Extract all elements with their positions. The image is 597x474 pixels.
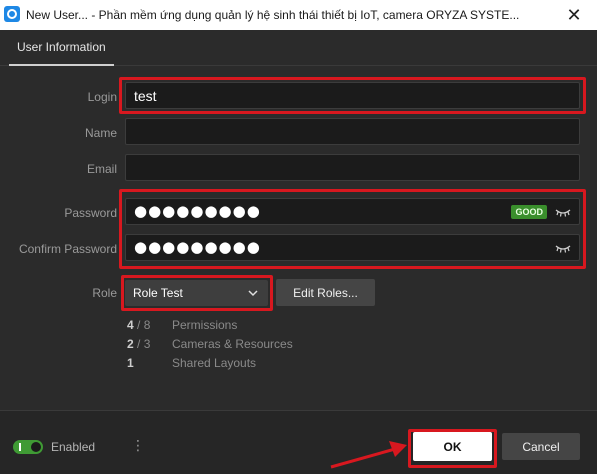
password-highlight-box — [119, 189, 586, 269]
ok-highlight-box — [408, 429, 497, 468]
cancel-button[interactable]: Cancel — [502, 433, 580, 460]
tab-bar: User Information — [0, 30, 597, 66]
email-input[interactable] — [125, 154, 580, 181]
toggle-knob — [31, 442, 41, 452]
close-button[interactable]: ✕ — [551, 0, 597, 30]
confirm-password-label: Confirm Password — [18, 242, 117, 256]
permissions-label: Permissions — [172, 318, 238, 332]
window-title: New User... - Phần mềm ứng dụng quản lý … — [26, 8, 520, 22]
permissions-total: / 8 — [133, 318, 151, 332]
layouts-label: Shared Layouts — [172, 356, 257, 370]
toggle-on-mark-icon — [19, 443, 21, 451]
more-options-icon[interactable]: ⋮ — [131, 438, 145, 454]
cameras-total: / 3 — [133, 337, 151, 351]
name-input[interactable] — [125, 118, 580, 145]
app-logo-icon — [4, 6, 20, 22]
edit-roles-button[interactable]: Edit Roles... — [276, 279, 375, 306]
enabled-toggle[interactable] — [13, 440, 43, 454]
login-label: Login — [87, 90, 117, 104]
enabled-label: Enabled — [51, 440, 96, 454]
permissions-count: 4 — [127, 318, 134, 332]
email-label: Email — [86, 162, 117, 176]
permissions-summary: 4 / 8 Permissions — [127, 318, 237, 332]
layouts-summary: 1 Shared Layouts — [127, 356, 256, 370]
password-label: Password — [64, 206, 117, 220]
annotation-arrow-icon — [330, 441, 407, 469]
cameras-label: Cameras & Resources — [172, 337, 293, 351]
window-titlebar: New User... - Phần mềm ứng dụng quản lý … — [0, 0, 597, 30]
tab-user-information[interactable]: User Information — [9, 30, 114, 66]
cameras-count: 2 — [127, 337, 134, 351]
role-label: Role — [92, 286, 117, 300]
dialog-footer: Enabled ⋮ OK Cancel — [0, 410, 597, 474]
cameras-summary: 2 / 3 Cameras & Resources — [127, 337, 293, 351]
role-highlight-box — [121, 275, 273, 311]
login-highlight-box — [119, 77, 586, 114]
layouts-count: 1 — [127, 356, 134, 370]
name-label: Name — [84, 126, 117, 140]
